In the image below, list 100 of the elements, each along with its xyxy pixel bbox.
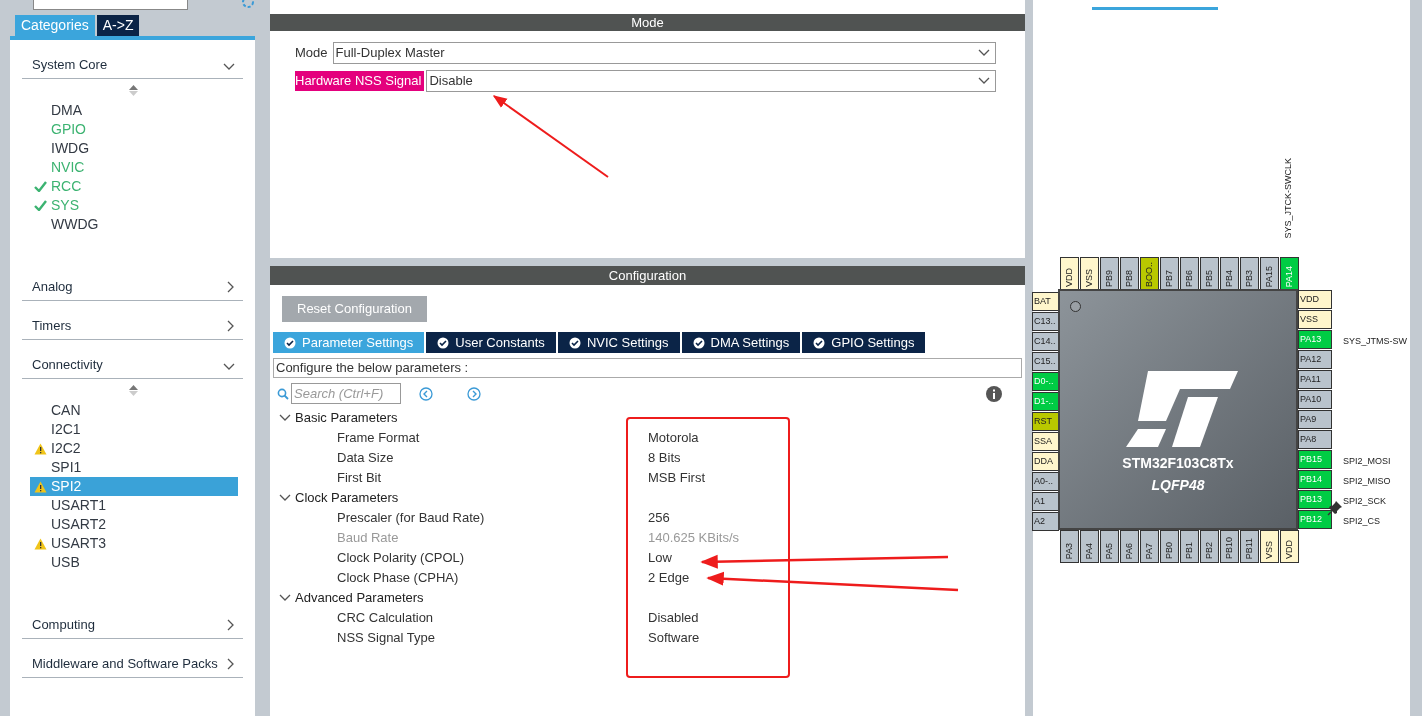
peripheral-item[interactable]: CAN — [30, 401, 238, 420]
pin[interactable]: PA4 — [1080, 530, 1099, 563]
pin[interactable]: PB8 — [1120, 257, 1139, 291]
panel-header: Mode — [270, 14, 1025, 31]
parameter-name: Frame Format — [337, 429, 421, 448]
pin[interactable]: PA3 — [1060, 530, 1079, 563]
dropdown[interactable]: Full-Duplex Master — [332, 42, 996, 64]
pin[interactable]: PB7 — [1160, 257, 1179, 291]
category-header[interactable]: Connectivity — [22, 348, 243, 379]
pin[interactable]: SSA — [1032, 432, 1059, 451]
pin[interactable]: VSS — [1298, 310, 1332, 329]
pin[interactable]: A0-.. — [1032, 472, 1059, 491]
pin[interactable]: PB10 — [1220, 530, 1239, 563]
parameter-value[interactable]: Software — [648, 628, 700, 648]
peripheral-item[interactable]: I2C1 — [30, 420, 238, 439]
pushpin-icon — [1327, 500, 1343, 516]
signal-label: SPI2_MOSI — [1343, 455, 1391, 468]
pin[interactable]: PB3 — [1240, 257, 1259, 291]
chevron-down-icon — [279, 414, 291, 422]
chevron-down-icon — [978, 77, 990, 85]
pin[interactable]: PA15 — [1260, 257, 1279, 291]
pin[interactable]: A1 — [1032, 492, 1059, 511]
settings-tab[interactable]: NVIC Settings — [557, 332, 680, 353]
pin[interactable]: VSS — [1260, 530, 1279, 563]
category-header[interactable]: Timers — [22, 309, 243, 340]
hint-text: Configure the below parameters : — [273, 358, 1022, 378]
parameter-value[interactable]: Motorola — [648, 428, 699, 448]
pin[interactable]: PB4 — [1220, 257, 1239, 291]
tree-group[interactable]: Advanced Parameters — [279, 588, 1025, 608]
pin[interactable]: PB6 — [1180, 257, 1199, 291]
parameter-value[interactable]: Disabled — [648, 608, 699, 628]
next-icon[interactable] — [467, 386, 481, 401]
category-header[interactable]: Analog — [22, 270, 243, 301]
peripheral-item[interactable]: USB — [30, 553, 238, 572]
parameter-value[interactable]: 256 — [648, 508, 670, 528]
search-field[interactable]: Search (Ctrl+F) — [291, 383, 401, 404]
pin[interactable]: DDA — [1032, 452, 1059, 471]
scroll-spinner-icon[interactable] — [129, 385, 138, 396]
signal-label: SPI2_SCK — [1343, 495, 1387, 508]
pin[interactable]: PA5 — [1100, 530, 1119, 563]
pin[interactable]: PB0 — [1160, 530, 1179, 563]
parameter-name: CRC Calculation — [337, 609, 435, 628]
settings-icon[interactable] — [240, 0, 256, 8]
tree-group[interactable]: Clock Parameters — [279, 488, 1025, 508]
parameter-name: NSS Signal Type — [337, 629, 437, 648]
warning-icon — [34, 480, 47, 493]
pin[interactable]: BOO.. — [1140, 257, 1159, 291]
signal-label: SYS_JTCK-SWCLK — [1284, 158, 1293, 239]
pin[interactable]: VDD — [1298, 290, 1332, 309]
pin[interactable]: PB11 — [1240, 530, 1259, 563]
peripheral-item[interactable]: IWDG — [30, 139, 238, 158]
pin[interactable]: PA10 — [1298, 390, 1332, 409]
peripheral-item[interactable]: USART2 — [30, 515, 238, 534]
pin[interactable]: PA7 — [1140, 530, 1159, 563]
tree-group[interactable]: Basic Parameters — [279, 408, 1025, 428]
peripheral-item[interactable]: WWDG — [30, 215, 238, 234]
peripheral-item[interactable]: DMA — [30, 101, 238, 120]
pin[interactable]: C14.. — [1032, 332, 1059, 351]
parameter-value[interactable]: 8 Bits — [648, 448, 681, 468]
chevron-down-icon — [279, 494, 291, 502]
pin[interactable]: PA9 — [1298, 410, 1332, 429]
pin[interactable]: PB9 — [1100, 257, 1119, 291]
settings-tab[interactable]: DMA Settings — [681, 332, 801, 353]
pin[interactable]: VDD — [1280, 530, 1299, 563]
peripheral-item[interactable]: SPI1 — [30, 458, 238, 477]
category-tab[interactable]: A->Z — [96, 15, 140, 36]
dropdown[interactable]: Disable — [426, 70, 996, 92]
pin[interactable]: BAT — [1032, 292, 1059, 311]
peripheral-item[interactable]: I2C2 — [30, 439, 238, 458]
settings-tab[interactable]: User Constants — [426, 332, 556, 353]
settings-tab[interactable]: GPIO Settings — [802, 332, 926, 353]
parameter-value[interactable]: Low — [648, 548, 672, 568]
pin[interactable]: PA11 — [1298, 370, 1332, 389]
category-header[interactable]: System Core — [22, 48, 243, 79]
pin[interactable]: A2 — [1032, 512, 1059, 531]
info-icon[interactable] — [986, 385, 1002, 402]
warning-icon — [34, 442, 47, 455]
peripheral-item[interactable]: USART1 — [30, 496, 238, 515]
pin[interactable]: VDD — [1060, 257, 1079, 291]
pin[interactable]: RST — [1032, 412, 1059, 431]
pin[interactable]: PA8 — [1298, 430, 1332, 449]
parameter-value[interactable]: MSB First — [648, 468, 706, 488]
parameter-value[interactable]: 2 Edge — [648, 568, 690, 588]
pin[interactable]: PB1 — [1180, 530, 1199, 563]
category-header[interactable]: Middleware and Software Packs — [22, 647, 243, 678]
pin[interactable]: C15.. — [1032, 352, 1059, 371]
chip-name: STM32F103C8Tx — [1122, 454, 1234, 473]
category-header[interactable]: Computing — [22, 608, 243, 639]
pin-marker — [1070, 301, 1081, 312]
pin[interactable]: PA6 — [1120, 530, 1139, 563]
check-circle-icon — [692, 336, 705, 349]
scroll-spinner-icon[interactable] — [129, 85, 138, 96]
signal-label: SPI2_CS — [1343, 515, 1381, 528]
pin[interactable]: PB2 — [1200, 530, 1219, 563]
pin[interactable]: VSS — [1080, 257, 1099, 291]
peripheral-item[interactable]: USART3 — [30, 534, 238, 553]
pin[interactable]: PB5 — [1200, 257, 1219, 291]
pin[interactable]: PA12 — [1298, 350, 1332, 369]
pin[interactable]: C13.. — [1032, 312, 1059, 331]
previous-icon[interactable] — [419, 386, 433, 401]
